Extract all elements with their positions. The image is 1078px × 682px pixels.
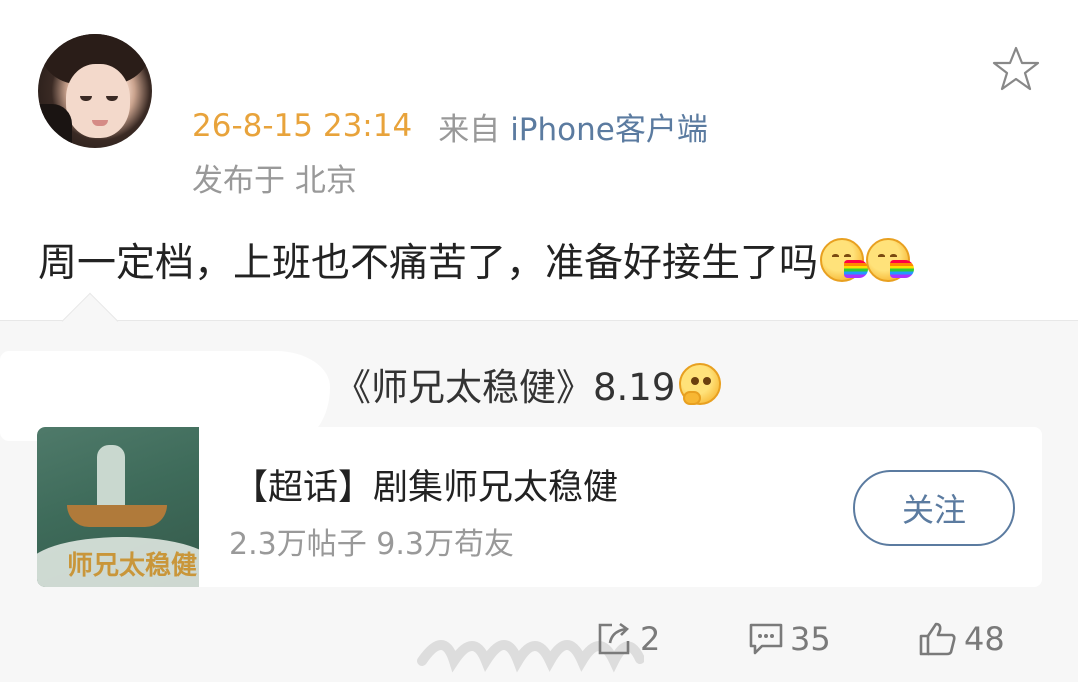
thinking-emoji-icon — [679, 363, 722, 405]
topic-thumbnail[interactable]: 师兄太稳健 — [37, 427, 199, 587]
share-action[interactable]: 2 — [596, 617, 660, 661]
topic-title[interactable]: 【超话】剧集师兄太稳健 — [233, 459, 618, 510]
comment-count: 35 — [790, 620, 831, 658]
post-source-link[interactable]: iPhone客户端 — [510, 104, 708, 149]
like-count: 48 — [964, 620, 1005, 658]
post-meta: 26-8-15 23:14 来自 iPhone客户端 — [192, 104, 708, 148]
repost-content: 《师兄太稳健》8.19 — [334, 357, 722, 411]
from-label: 来自 — [438, 111, 501, 148]
share-count: 2 — [640, 620, 661, 658]
like-action[interactable]: 48 — [918, 617, 1005, 661]
repost-text: 《师兄太稳健》8.19 — [334, 366, 676, 409]
post-text: 周一定档，上班也不痛苦了，准备好接生了吗 — [38, 241, 819, 286]
avatar[interactable] — [38, 34, 152, 148]
avatar-hand — [38, 104, 72, 148]
comment-action[interactable]: 35 — [748, 617, 831, 661]
post-location: 发布于 北京 — [192, 163, 357, 199]
thumbs-up-icon — [919, 622, 956, 656]
post-content: 周一定档，上班也不痛苦了，准备好接生了吗 — [38, 232, 915, 288]
super-topic-card[interactable]: 师兄太稳健 【超话】剧集师兄太稳健 2.3万帖子 9.3万苟友 关注 — [37, 427, 1042, 587]
favorite-star-icon[interactable] — [990, 45, 1042, 93]
rainbow-kiss-emoji-icon — [820, 238, 869, 282]
thumbnail-title-artwork: 师兄太稳健 — [67, 551, 198, 581]
share-icon — [598, 622, 630, 655]
post-time[interactable]: 26-8-15 23:14 — [192, 108, 412, 144]
post: 26-8-15 23:14 来自 iPhone客户端 发布于 北京 周一定档，上… — [0, 0, 1078, 320]
follow-button[interactable]: 关注 — [853, 470, 1015, 546]
comment-icon — [749, 623, 783, 655]
topic-stats: 2.3万帖子 9.3万苟友 — [229, 527, 514, 562]
repost-section[interactable]: 《师兄太稳健》8.19 师兄太稳健 【超话】剧集师兄太稳健 2.3万帖子 9.3… — [0, 292, 1078, 682]
avatar-face — [66, 64, 130, 138]
rainbow-kiss-emoji-icon — [866, 238, 915, 282]
